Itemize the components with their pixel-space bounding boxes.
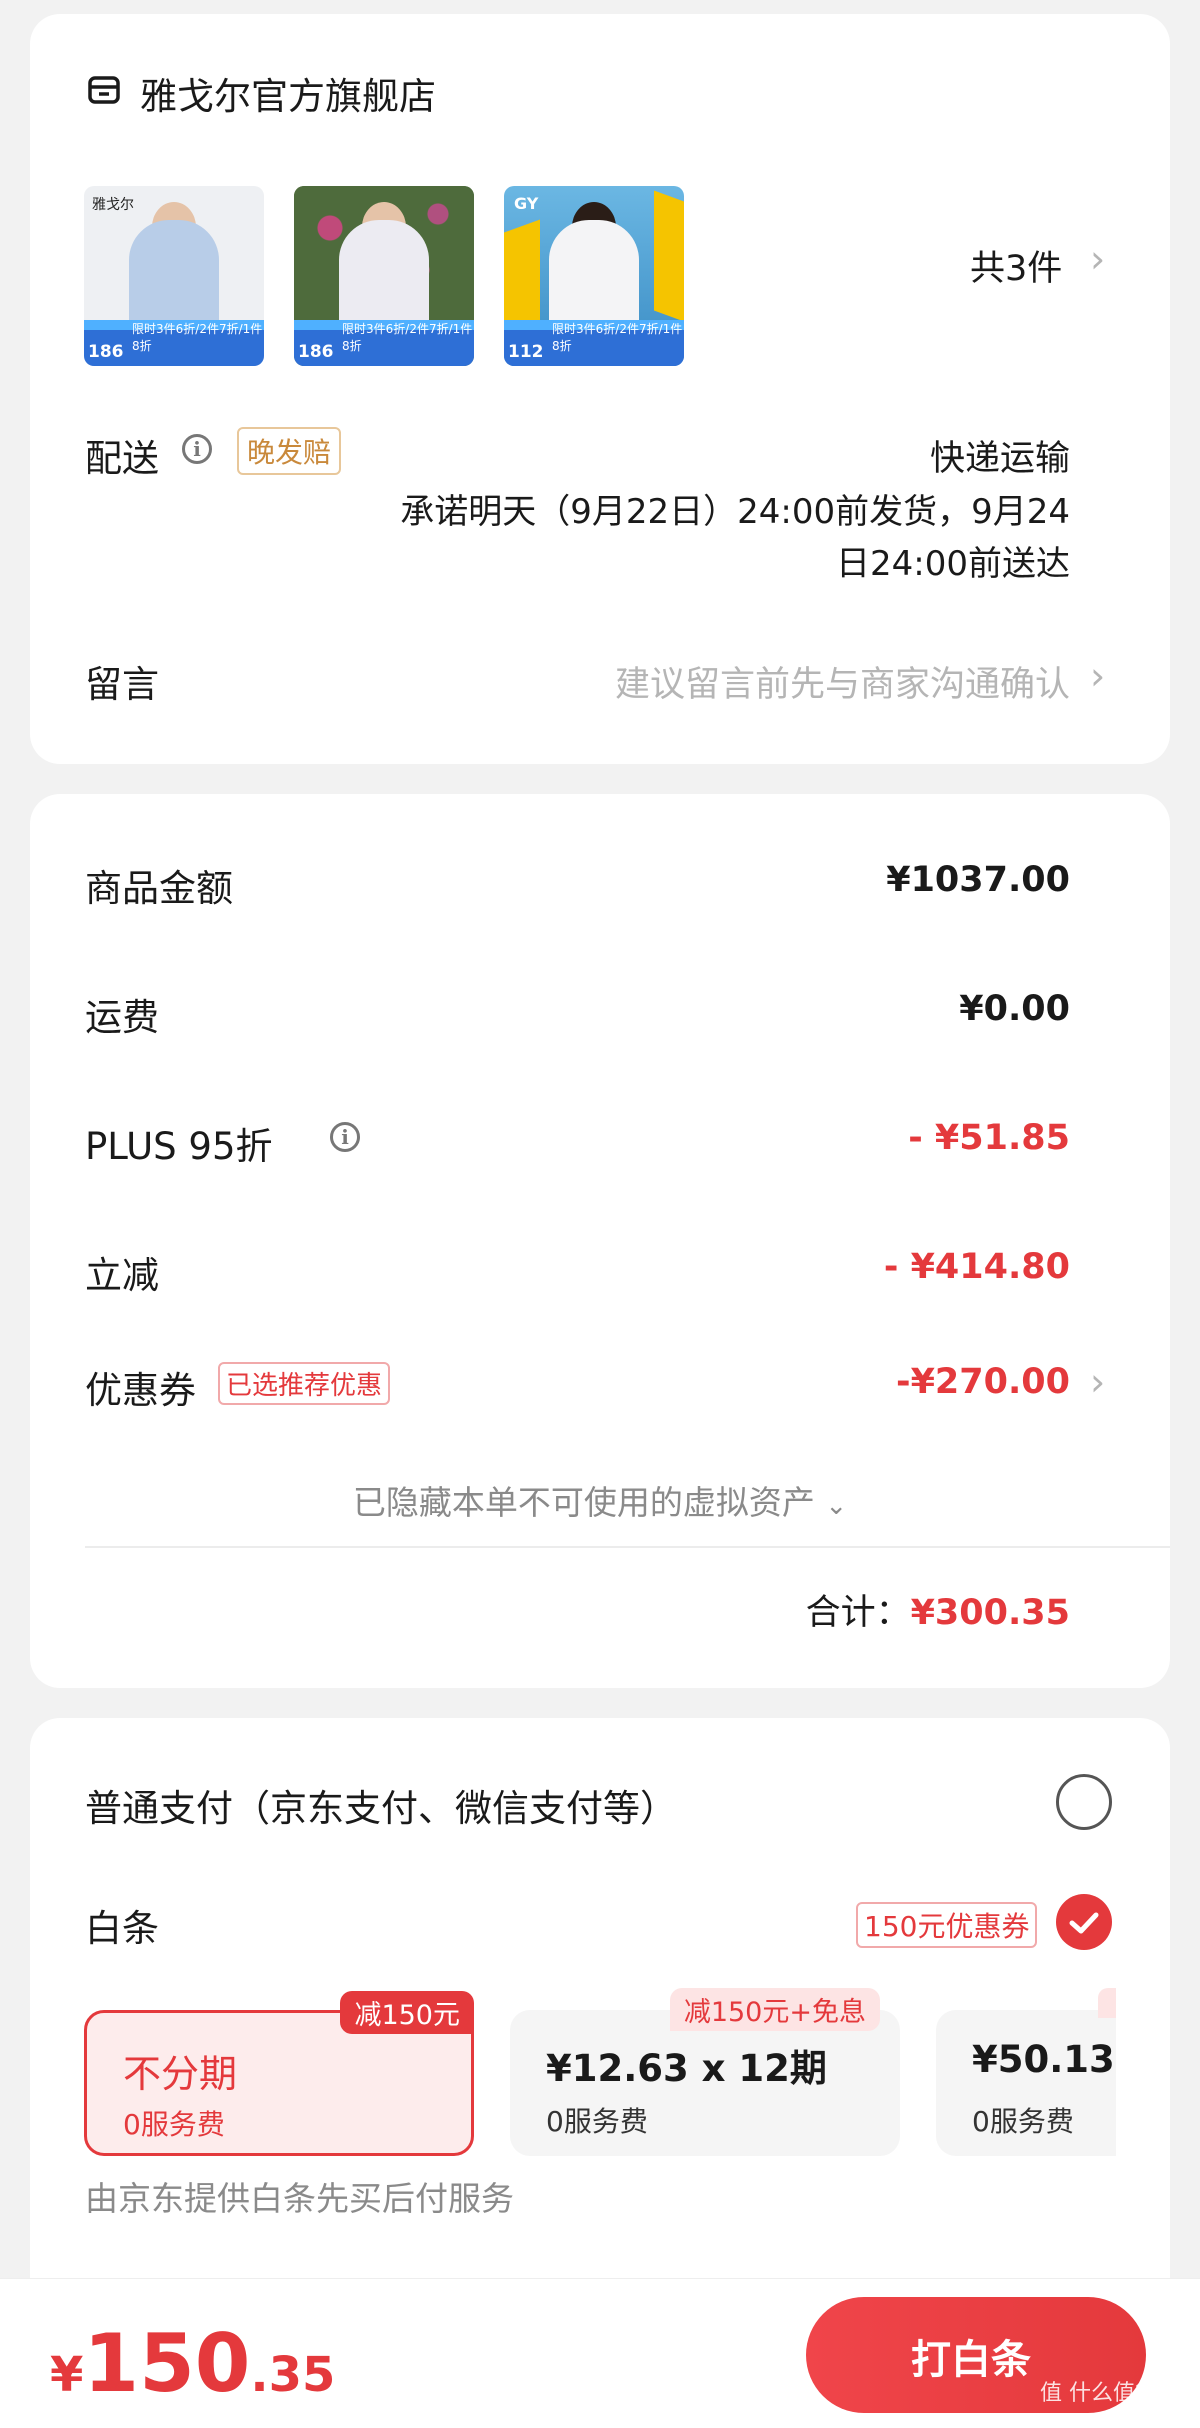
installment-option-partial[interactable]: ¥50.13 x 0服务费 (936, 2010, 1116, 2156)
message-input[interactable]: 建议留言前先与商家沟通确认 (615, 656, 1070, 707)
brand-logo: 雅戈尔 (92, 197, 134, 213)
product-thumbnail-3[interactable]: GY 112 限时3件6折/2件7折/1件8折 (504, 186, 684, 366)
chevron-right-icon[interactable]: › (1090, 1360, 1105, 1404)
installment-option-selected[interactable]: 减150元 不分期 0服务费 (84, 1991, 474, 2156)
divider (85, 1546, 1170, 1548)
store-card: 雅戈尔官方旗舰店 雅戈尔 186 限时3件6折/2件7折/1件8折 186 限时… (30, 14, 1170, 764)
thumbnail-promo: 限时3件6折/2件7折/1件8折 (552, 322, 683, 353)
goods-amount-label: 商品金额 (85, 867, 233, 910)
goods-amount-value: ¥1037.00 (886, 860, 1070, 900)
currency-symbol: ¥ (50, 2347, 84, 2403)
store-name[interactable]: 雅戈尔官方旗舰店 (140, 66, 436, 120)
instant-discount-label: 立减 (85, 1254, 159, 1297)
message-label: 留言 (85, 663, 159, 706)
option-tag: 减150元 (340, 1991, 474, 2034)
delivery-method[interactable]: 快递运输 (930, 430, 1070, 481)
shipping-value: ¥0.00 (959, 989, 1070, 1029)
baitiao-label[interactable]: 白条 (85, 1898, 159, 1952)
coupon-label: 优惠券 (85, 1369, 196, 1412)
info-icon[interactable]: i (182, 434, 212, 464)
pay-amount: ¥150.35 (50, 2317, 335, 2410)
product-thumbnail-2[interactable]: 186 限时3件6折/2件7折/1件8折 (294, 186, 474, 366)
coupon-badge: 已选推荐优惠 (218, 1362, 391, 1405)
plus-discount-label: PLUS 95折 (85, 1125, 273, 1168)
option-title: ¥50.13 x (972, 2038, 1116, 2081)
option-title: 不分期 (123, 2052, 238, 2096)
chevron-right-icon[interactable]: › (1090, 654, 1105, 698)
hidden-assets-toggle[interactable]: 已隐藏本单不可使用的虚拟资产 ⌄ (30, 1476, 1170, 1524)
total-row: 合计：¥300.35 (806, 1584, 1070, 1635)
thumbnail-price: 186 (298, 342, 334, 362)
model-shirt (549, 220, 639, 330)
baitiao-radio-checked[interactable] (1056, 1894, 1112, 1950)
late-compensation-badge[interactable]: 晚发赔 (237, 427, 342, 475)
delivery-label: 配送 (85, 437, 159, 480)
thumbnail-price: 186 (88, 342, 124, 362)
price-summary-card: 商品金额 ¥1037.00 运费 ¥0.00 PLUS 95折 i - ¥51.… (30, 794, 1170, 1688)
product-thumbnail-1[interactable]: 雅戈尔 186 限时3件6折/2件7折/1件8折 (84, 186, 264, 366)
installment-option-12[interactable]: 减150元+免息 ¥12.63 x 12期 0服务费 (510, 1988, 900, 2156)
option-fee: 0服务费 (972, 2105, 1074, 2138)
thumbnail-promo: 限时3件6折/2件7折/1件8折 (342, 322, 473, 353)
shipping-label: 运费 (85, 996, 159, 1039)
chevron-right-icon[interactable]: › (1090, 237, 1105, 281)
price-integer: 150 (83, 2317, 251, 2410)
brand-logo: GY (514, 194, 539, 213)
option-fee: 0服务费 (546, 2105, 648, 2138)
delivery-promise-line1: 承诺明天（9月22日）24:00前发货，9月24 (400, 492, 1070, 532)
normal-payment-radio[interactable] (1056, 1774, 1112, 1830)
store-icon (87, 74, 121, 106)
plus-discount-value: - ¥51.85 (908, 1118, 1070, 1158)
delivery-promise-line2: 日24:00前送达 (836, 544, 1070, 584)
option-tag: 减150元+免息 (669, 1988, 880, 2031)
model-shirt (339, 220, 429, 330)
check-icon (1069, 1912, 1099, 1934)
bottom-bar: ¥150.35 打白条 值 什么值得买 (0, 2278, 1200, 2428)
watermark: 值 什么值得买 (1040, 2381, 1179, 2406)
coupon-value[interactable]: -¥270.00 (896, 1362, 1070, 1402)
price-decimal: .35 (250, 2347, 336, 2403)
total-label: 合计： (805, 1593, 911, 1633)
normal-payment-label[interactable]: 普通支付（京东支付、微信支付等） (85, 1778, 677, 1832)
instant-discount-value: - ¥414.80 (883, 1247, 1070, 1287)
option-title: ¥12.63 x 12期 (546, 2047, 827, 2090)
option-tag-partial (1098, 1988, 1116, 2018)
items-count[interactable]: 共3件 (970, 240, 1062, 291)
baitiao-footer-note: 由京东提供白条先买后付服务 (85, 2179, 514, 2218)
baitiao-coupon-badge: 150元优惠券 (856, 1902, 1038, 1948)
chevron-down-icon: ⌄ (825, 1491, 848, 1521)
hidden-assets-text: 已隐藏本单不可使用的虚拟资产 (352, 1483, 815, 1522)
model-shirt (129, 220, 219, 330)
thumbnail-promo: 限时3件6折/2件7折/1件8折 (132, 322, 263, 353)
total-value: ¥300.35 (910, 1593, 1070, 1633)
yellow-accent (654, 190, 684, 322)
option-fee: 0服务费 (123, 2108, 225, 2141)
thumbnail-price: 112 (508, 342, 544, 362)
info-icon[interactable]: i (330, 1122, 360, 1152)
